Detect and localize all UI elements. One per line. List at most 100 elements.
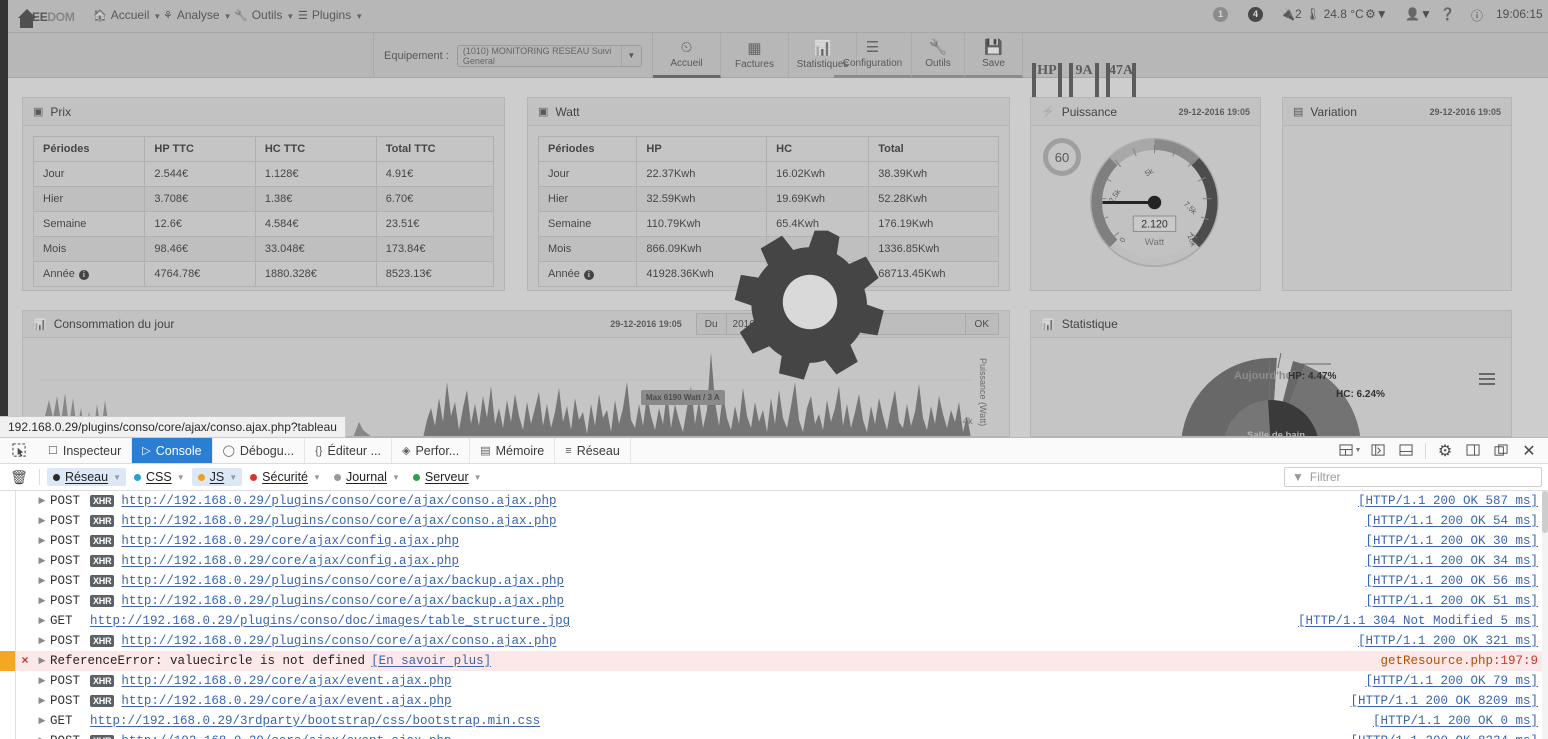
filter-css[interactable]: CSS ▼ xyxy=(128,468,190,486)
error-source-link[interactable]: getResource.php:197:9 xyxy=(1380,654,1538,668)
tab-memoire[interactable]: ▤ Mémoire xyxy=(470,438,556,463)
expand-twisty-icon[interactable]: ▶ xyxy=(34,676,50,686)
tab-performances[interactable]: ◈ Perfor... xyxy=(392,438,471,463)
filter-reseau[interactable]: Réseau ▼ xyxy=(47,468,127,486)
response-status-link[interactable]: [HTTP/1.1 200 OK 34 ms] xyxy=(1365,554,1538,568)
request-url-link[interactable]: http://192.168.0.29/plugins/conso/core/a… xyxy=(121,494,556,508)
date-from-input[interactable]: 2016-12-29 xyxy=(725,313,846,335)
request-url-link[interactable]: http://192.168.0.29/plugins/conso/core/a… xyxy=(121,594,564,608)
tab-editeur-de-style[interactable]: {} Éditeur ... xyxy=(305,438,392,463)
notification-badge-red[interactable]: 4 xyxy=(1248,7,1263,23)
info-button[interactable]: ⓘ xyxy=(1471,7,1483,24)
console-scrollbar[interactable] xyxy=(1542,491,1548,739)
filter-label: CSS xyxy=(146,470,172,484)
console-network-row[interactable]: ▶ GET http://192.168.0.29/plugins/conso/do… xyxy=(0,611,1548,631)
equipment-select[interactable]: (1010) MONITORING RESEAU Suivi General ▼ xyxy=(456,44,642,67)
request-url-link[interactable]: http://192.168.0.29/core/ajax/config.aja… xyxy=(121,554,459,568)
element-picker-icon[interactable] xyxy=(0,438,38,463)
expand-twisty-icon[interactable]: ▶ xyxy=(34,576,50,586)
response-status-link[interactable]: [HTTP/1.1 200 OK 321 ms] xyxy=(1358,634,1538,648)
request-url-link[interactable]: http://192.168.0.29/plugins/conso/core/a… xyxy=(121,634,556,648)
response-status-link[interactable]: [HTTP/1.1 200 OK 8234 ms] xyxy=(1350,734,1538,739)
filter-js[interactable]: JS ▼ xyxy=(191,468,243,486)
console-network-row[interactable]: ▶ POST XHR http://192.168.0.29/plugins/cons… xyxy=(0,631,1548,651)
split-console-icon[interactable] xyxy=(1365,439,1391,463)
dock-bottom-icon[interactable] xyxy=(1393,439,1419,463)
console-network-row[interactable]: ▶ POST XHR http://192.168.0.29/plugins/cons… xyxy=(0,491,1548,511)
help-button[interactable]: ❓ xyxy=(1440,7,1455,21)
expand-twisty-icon[interactable]: ▶ xyxy=(34,656,50,666)
trash-icon[interactable]: 🗑 xyxy=(6,469,32,486)
info-icon[interactable]: i xyxy=(583,270,594,280)
expand-twisty-icon[interactable]: ▶ xyxy=(34,636,50,646)
response-status-link[interactable]: [HTTP/1.1 200 OK 56 ms] xyxy=(1365,574,1538,588)
response-status-link[interactable]: [HTTP/1.1 200 OK 0 ms] xyxy=(1373,714,1538,728)
responsive-design-mode-icon[interactable]: ▼ xyxy=(1337,439,1363,463)
nav-item-plugins[interactable]: ☰ Plugins ▼ xyxy=(298,8,363,22)
separate-window-icon[interactable] xyxy=(1488,439,1514,463)
tab-outils[interactable]: 🔧 Outils xyxy=(912,33,965,78)
tab-debogueur[interactable]: ◯ Débogu... xyxy=(213,438,306,463)
filter-securite[interactable]: Sécurité ▼ xyxy=(244,468,326,486)
info-icon[interactable]: i xyxy=(78,270,89,280)
response-status-link[interactable]: [HTTP/1.1 304 Not Modified 5 ms] xyxy=(1298,614,1538,628)
request-url-link[interactable]: http://192.168.0.29/core/ajax/event.ajax… xyxy=(121,674,451,688)
request-url-link[interactable]: http://192.168.0.29/plugins/conso/core/a… xyxy=(121,514,556,528)
expand-twisty-icon[interactable]: ▶ xyxy=(34,536,50,546)
tab-save[interactable]: 💾 Save xyxy=(965,33,1023,78)
settings-menu[interactable]: ⚙▼ xyxy=(1365,7,1388,21)
console-network-row[interactable]: ▶ POST XHR http://192.168.0.29/plugins/cons… xyxy=(0,571,1548,591)
response-status-link[interactable]: [HTTP/1.1 200 OK 587 ms] xyxy=(1358,494,1538,508)
ok-button[interactable]: OK xyxy=(965,313,999,335)
response-status-link[interactable]: [HTTP/1.1 200 OK 54 ms] xyxy=(1365,514,1538,528)
close-devtools-icon[interactable]: ✕ xyxy=(1516,439,1542,463)
console-network-row[interactable]: ▶ POST XHR http://192.168.0.29/plugins/cons… xyxy=(0,591,1548,611)
date-to-input[interactable] xyxy=(845,313,966,335)
tab-configuration[interactable]: ☰ Configuration xyxy=(834,33,912,78)
expand-twisty-icon[interactable]: ▶ xyxy=(34,716,50,726)
dock-side-icon[interactable] xyxy=(1460,439,1486,463)
scrollbar-thumb[interactable] xyxy=(1542,491,1548,533)
notification-badge-orange[interactable]: 1 xyxy=(1213,7,1228,23)
response-status-link[interactable]: [HTTP/1.1 200 OK 30 ms] xyxy=(1365,534,1538,548)
nav-item-accueil[interactable]: 🏠 Accueil ▼ xyxy=(93,8,161,22)
console-network-row[interactable]: ▶POST XHR http://192.168.0.29/core/ajax/ev… xyxy=(0,671,1548,691)
console-network-row[interactable]: ▶POST XHR http://192.168.0.29/core/ajax/ev… xyxy=(0,691,1548,711)
response-status-link[interactable]: [HTTP/1.1 200 OK 79 ms] xyxy=(1365,674,1538,688)
response-status-link[interactable]: [HTTP/1.1 200 OK 51 ms] xyxy=(1365,594,1538,608)
nav-item-analyse[interactable]: ⚘ Analyse ▼ xyxy=(163,8,232,22)
request-url-link[interactable]: http://192.168.0.29/plugins/conso/doc/im… xyxy=(90,614,570,628)
expand-twisty-icon[interactable]: ▶ xyxy=(34,496,50,506)
chart-menu-icon[interactable] xyxy=(1479,373,1495,385)
request-url-link[interactable]: http://192.168.0.29/core/ajax/event.ajax… xyxy=(121,694,451,708)
console-network-row[interactable]: ▶ POST XHR http://192.168.0.29/core/ajax/co… xyxy=(0,551,1548,571)
request-url-link[interactable]: http://192.168.0.29/3rdparty/bootstrap/c… xyxy=(90,714,540,728)
console-log-list[interactable]: ▶ POST XHR http://192.168.0.29/plugins/cons… xyxy=(0,491,1548,739)
filter-serveur[interactable]: Serveur ▼ xyxy=(407,468,487,486)
request-url-link[interactable]: http://192.168.0.29/core/ajax/config.aja… xyxy=(121,534,459,548)
expand-twisty-icon[interactable]: ▶ xyxy=(34,616,50,626)
expand-twisty-icon[interactable]: ▶ xyxy=(34,596,50,606)
console-network-row[interactable]: ▶ POST XHR http://192.168.0.29/core/ajax/co… xyxy=(0,531,1548,551)
filter-journal[interactable]: Journal ▼ xyxy=(328,468,405,486)
tab-console[interactable]: ▷ Console xyxy=(132,438,213,463)
request-url-link[interactable]: http://192.168.0.29/plugins/conso/core/a… xyxy=(121,574,564,588)
console-network-row[interactable]: ▶ GET http://192.168.0.29/3rdparty/bootstr… xyxy=(0,711,1548,731)
request-url-link[interactable]: http://192.168.0.29/core/ajax/event.ajax… xyxy=(121,734,451,739)
console-network-row[interactable]: ▶ POST XHR http://192.168.0.29/plugins/cons… xyxy=(0,511,1548,531)
console-error-row[interactable]: × ▶ ReferenceError: valuecircle is not def… xyxy=(0,651,1548,671)
response-status-link[interactable]: [HTTP/1.1 200 OK 8209 ms] xyxy=(1350,694,1538,708)
expand-twisty-icon[interactable]: ▶ xyxy=(34,696,50,706)
console-filter-input[interactable]: ▼ Filtrer xyxy=(1284,467,1542,487)
tab-inspecteur[interactable]: ☐ Inspecteur xyxy=(38,438,133,463)
settings-gear-icon[interactable]: ⚙ xyxy=(1432,439,1458,463)
expand-twisty-icon[interactable]: ▶ xyxy=(34,516,50,526)
tab-reseau[interactable]: ≡ Réseau xyxy=(555,438,631,463)
tab-accueil[interactable]: ⏲ Accueil xyxy=(653,33,721,78)
user-menu[interactable]: 👤▼ xyxy=(1405,7,1432,21)
nav-item-outils[interactable]: 🔧 Outils ▼ xyxy=(234,8,294,22)
learn-more-link[interactable]: [En savoir plus] xyxy=(371,654,491,668)
tab-factures[interactable]: ▦ Factures xyxy=(721,33,789,78)
jeedom-logo[interactable]: EEDOM xyxy=(16,3,84,31)
expand-twisty-icon[interactable]: ▶ xyxy=(34,556,50,566)
